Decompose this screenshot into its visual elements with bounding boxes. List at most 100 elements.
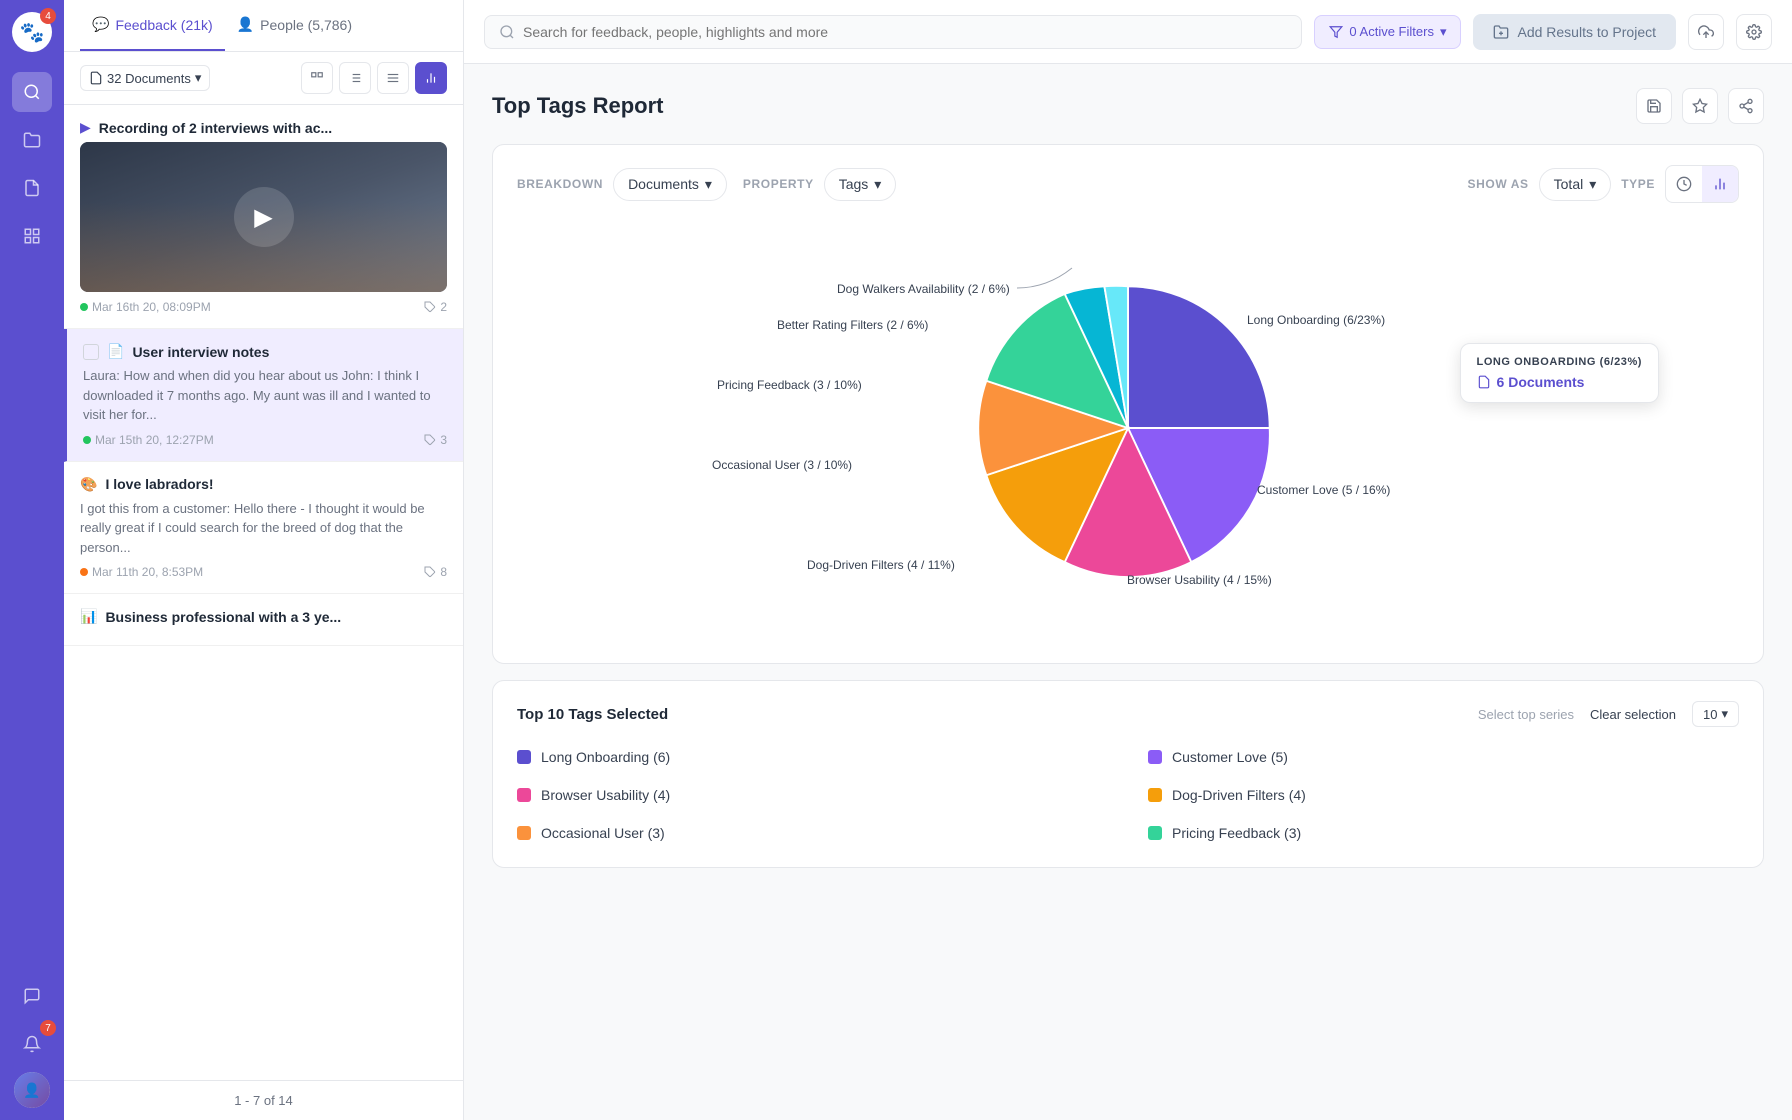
- ai-btn[interactable]: [1682, 88, 1718, 124]
- left-panel: 💬 Feedback (21k) 👤 People (5,786) 32 Doc…: [64, 0, 464, 1120]
- chart-tooltip: LONG ONBOARDING (6/23%) 6 Documents: [1460, 343, 1659, 403]
- view-chart-btn[interactable]: [415, 62, 447, 94]
- add-results-button[interactable]: Add Results to Project: [1473, 14, 1676, 50]
- sidebar-item-charts[interactable]: [12, 216, 52, 256]
- chart-label-occasional: Occasional User (3 / 10%): [712, 458, 852, 472]
- page-header: Top Tags Report: [492, 88, 1764, 124]
- tag-item-browser-usability[interactable]: Browser Usability (4): [517, 781, 1108, 809]
- bottom-panel-header: Top 10 Tags Selected Select top series C…: [517, 701, 1739, 727]
- feed-item[interactable]: 🎨 I love labradors! I got this from a cu…: [64, 462, 463, 595]
- tab-feedback[interactable]: 💬 Feedback (21k): [80, 0, 225, 51]
- left-panel-tabs: 💬 Feedback (21k) 👤 People (5,786): [64, 0, 463, 52]
- stats-icon: 📊: [80, 608, 97, 625]
- search-bar[interactable]: [484, 15, 1302, 49]
- chevron-down-icon: ▾: [705, 176, 712, 193]
- sidebar-item-notifications[interactable]: 7: [12, 1024, 52, 1064]
- chevron-down-icon: ▾: [1589, 176, 1596, 193]
- document-icon: 📄: [107, 343, 124, 360]
- page-content: Top Tags Report BREAKDOWN Document: [464, 64, 1792, 1120]
- left-panel-toolbar: 32 Documents ▾: [64, 52, 463, 105]
- chevron-down-icon: ▾: [1440, 24, 1447, 40]
- property-control: PROPERTY Tags ▾: [743, 168, 896, 201]
- tag-color-swatch: [1148, 826, 1162, 840]
- user-avatar[interactable]: 👤: [14, 1072, 50, 1108]
- video-thumbnail: ▶: [80, 142, 447, 292]
- sidebar-item-search[interactable]: [12, 72, 52, 112]
- clear-selection-button[interactable]: Clear selection: [1590, 707, 1676, 722]
- tag-item-occasional-user[interactable]: Occasional User (3): [517, 819, 1108, 847]
- show-as-select[interactable]: Total ▾: [1539, 168, 1612, 201]
- search-icon: [499, 24, 515, 40]
- tag-item-customer-love[interactable]: Customer Love (5): [1148, 743, 1739, 771]
- tag-item-long-onboarding[interactable]: Long Onboarding (6): [517, 743, 1108, 771]
- status-dot: [83, 436, 91, 444]
- bottom-panel-title: Top 10 Tags Selected: [517, 706, 668, 723]
- feedback-icon: 💬: [92, 16, 109, 33]
- chart-label-dog-driven: Dog-Driven Filters (4 / 11%): [807, 558, 955, 572]
- feed-item[interactable]: ▶ Recording of 2 interviews with ac... ▶…: [64, 105, 463, 329]
- share-btn[interactable]: [1728, 88, 1764, 124]
- view-list-btn[interactable]: [339, 62, 371, 94]
- chart-area: Dog Walkers Availability (2 / 6%) Better…: [517, 223, 1739, 643]
- view-card-btn[interactable]: [301, 62, 333, 94]
- tag-color-swatch: [517, 826, 531, 840]
- tags-grid: Long Onboarding (6) Customer Love (5) Br…: [517, 743, 1739, 847]
- bottom-panel-actions: Select top series Clear selection 10 ▾: [1478, 701, 1739, 727]
- save-report-btn[interactable]: [1636, 88, 1672, 124]
- filter-icon: [1329, 25, 1343, 39]
- search-input[interactable]: [523, 24, 1287, 40]
- logo-badge: 4: [40, 8, 56, 24]
- add-icon: [1493, 24, 1509, 40]
- sidebar-logo[interactable]: 🐾 4: [12, 12, 52, 52]
- pie-chart[interactable]: [958, 258, 1298, 598]
- active-filters-button[interactable]: 0 Active Filters ▾: [1314, 15, 1461, 49]
- upload-button[interactable]: [1688, 14, 1724, 50]
- show-as-control: SHOW AS Total ▾ TYPE: [1468, 165, 1739, 203]
- tag-color-swatch: [517, 750, 531, 764]
- notification-count: 7: [40, 1020, 56, 1036]
- sidebar-item-feedback[interactable]: [12, 976, 52, 1016]
- status-dot: [80, 568, 88, 576]
- tag-item-pricing-feedback[interactable]: Pricing Feedback (3): [1148, 819, 1739, 847]
- settings-button[interactable]: [1736, 14, 1772, 50]
- tab-people[interactable]: 👤 People (5,786): [225, 0, 364, 51]
- chart-label-pricing: Pricing Feedback (3 / 10%): [717, 378, 862, 392]
- chart-label-better-rating: Better Rating Filters (2 / 6%): [777, 318, 928, 332]
- feed: ▶ Recording of 2 interviews with ac... ▶…: [64, 105, 463, 1080]
- type-bar-btn[interactable]: [1702, 166, 1738, 202]
- app-icon: 🎨: [80, 476, 97, 493]
- sidebar-item-documents[interactable]: [12, 168, 52, 208]
- view-menu-btn[interactable]: [377, 62, 409, 94]
- chevron-down-icon: ▾: [1721, 706, 1728, 722]
- top-bar: 0 Active Filters ▾ Add Results to Projec…: [464, 0, 1792, 64]
- breakdown-select[interactable]: Documents ▾: [613, 168, 727, 201]
- tag-color-swatch: [1148, 788, 1162, 802]
- chevron-down-icon: ▾: [874, 176, 881, 193]
- bottom-panel: Top 10 Tags Selected Select top series C…: [492, 680, 1764, 868]
- sidebar: 🐾 4 7 👤: [0, 0, 64, 1120]
- page-actions: [1636, 88, 1764, 124]
- document-icon: [1477, 375, 1491, 389]
- tag-color-swatch: [1148, 750, 1162, 764]
- chevron-down-icon: ▾: [195, 70, 202, 86]
- type-buttons: [1665, 165, 1739, 203]
- feed-item-meta: Mar 15th 20, 12:27PM 3: [83, 433, 447, 447]
- feed-item-meta: Mar 11th 20, 8:53PM 8: [80, 565, 447, 579]
- status-dot: [80, 303, 88, 311]
- feed-item[interactable]: 📄 User interview notes Laura: How and wh…: [64, 329, 463, 462]
- pagination: 1 - 7 of 14: [64, 1080, 463, 1120]
- top-n-selector[interactable]: 10 ▾: [1692, 701, 1739, 727]
- tag-color-swatch: [517, 788, 531, 802]
- property-select[interactable]: Tags ▾: [824, 168, 897, 201]
- doc-count-selector[interactable]: 32 Documents ▾: [80, 65, 210, 91]
- breakdown-control: BREAKDOWN Documents ▾: [517, 168, 727, 201]
- select-top-series[interactable]: Select top series: [1478, 707, 1574, 722]
- item-checkbox[interactable]: [83, 344, 99, 360]
- tag-item-dog-driven[interactable]: Dog-Driven Filters (4): [1148, 781, 1739, 809]
- sidebar-item-folder[interactable]: [12, 120, 52, 160]
- report-card: BREAKDOWN Documents ▾ PROPERTY Tags ▾ SH…: [492, 144, 1764, 664]
- page-title: Top Tags Report: [492, 93, 664, 119]
- feed-item-meta: Mar 16th 20, 08:09PM 2: [80, 300, 447, 314]
- feed-item[interactable]: 📊 Business professional with a 3 ye...: [64, 594, 463, 646]
- type-clock-btn[interactable]: [1666, 166, 1702, 202]
